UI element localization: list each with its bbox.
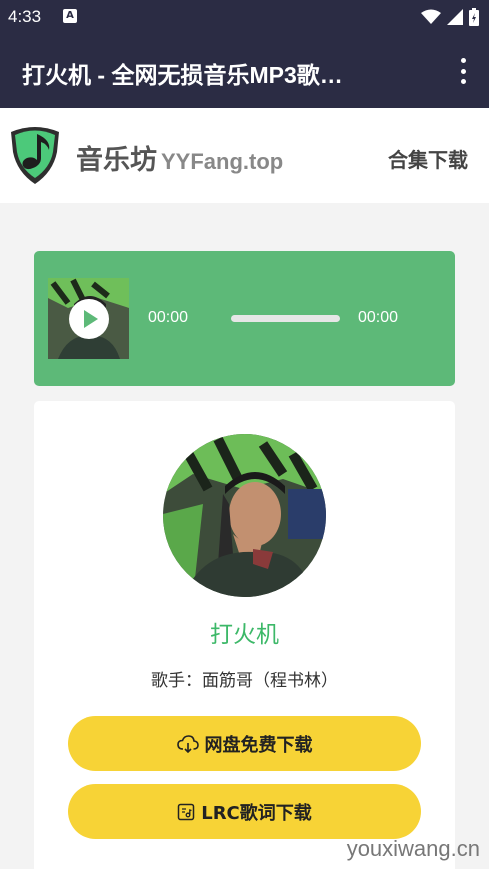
battery-icon	[469, 8, 479, 26]
lyrics-file-icon	[177, 803, 195, 820]
wifi-icon	[421, 9, 441, 24]
singer-name: 歌手：面筋哥（程书林）	[151, 671, 338, 691]
notification-icon: A	[63, 9, 77, 23]
site-header: 音乐坊 YYFang.top 合集下载	[0, 108, 489, 203]
site-brand[interactable]: 音乐坊 YYFang.top	[76, 138, 283, 177]
watermark: youxiwang.cn	[346, 836, 480, 861]
singer-photo	[163, 434, 326, 597]
cloud-download-icon	[176, 734, 199, 753]
overflow-menu-icon[interactable]	[459, 58, 467, 84]
site-name: 音乐坊	[76, 145, 157, 176]
lyrics-download-label: LRC歌词下载	[201, 802, 312, 824]
music-note-logo-icon[interactable]	[7, 122, 63, 186]
play-button[interactable]	[69, 299, 109, 339]
song-title: 打火机	[210, 622, 279, 648]
duration: 00:00	[358, 309, 399, 326]
cloud-download-button[interactable]: 网盘免费下载	[68, 716, 421, 771]
signal-icon	[447, 9, 463, 25]
cloud-download-label: 网盘免费下载	[204, 734, 313, 756]
status-time: 4:33	[8, 7, 42, 26]
app-bar-title: 打火机 - 全网无损音乐MP3歌…	[22, 62, 343, 88]
progress-bar[interactable]	[231, 315, 340, 322]
site-domain: YYFang.top	[161, 149, 284, 174]
current-time: 00:00	[148, 309, 189, 326]
status-icons	[421, 7, 479, 27]
status-bar: 4:33 A	[0, 0, 489, 34]
app-bar: 打火机 - 全网无损音乐MP3歌…	[0, 34, 489, 108]
lyrics-download-button[interactable]: LRC歌词下载	[68, 784, 421, 839]
song-card: 打火机 歌手：面筋哥（程书林） 网盘免费下载 LRC歌词下载	[34, 401, 455, 869]
audio-player: 00:00 00:00	[34, 251, 455, 386]
collection-download-link[interactable]: 合集下载	[388, 144, 468, 173]
